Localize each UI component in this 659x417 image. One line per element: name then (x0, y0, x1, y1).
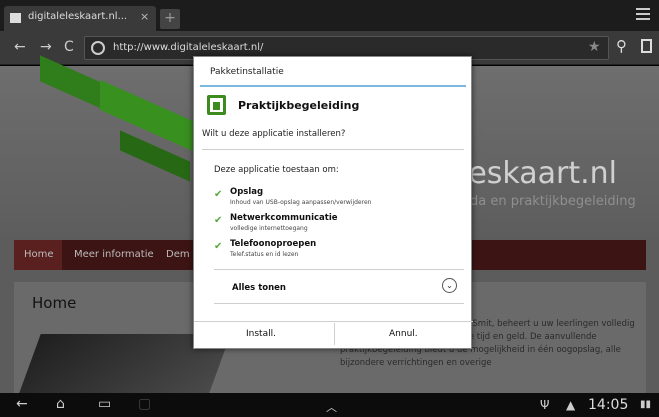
browser-tab-strip: digitaleleskaart.nl... × + (0, 0, 659, 31)
divider (214, 303, 464, 304)
check-icon: ✔ (214, 189, 223, 200)
globe-icon (91, 41, 105, 55)
title-divider (200, 85, 466, 87)
install-question: Wilt u deze applicatie installeren? (202, 129, 346, 139)
check-icon: ✔ (214, 241, 223, 252)
favicon-icon (10, 13, 21, 23)
permission-desc: Telef.status en id lezen (230, 251, 299, 258)
divider (214, 269, 464, 270)
permission-desc: Inhoud van USB-opslag aanpassen/verwijde… (230, 199, 372, 206)
button-bar-divider (194, 321, 473, 322)
app-name: Praktijkbegeleiding (238, 99, 360, 112)
screen: digitaleleskaart.nl... × + ← → C http://… (0, 0, 659, 417)
up-chevron-icon[interactable]: ︿ (326, 399, 337, 415)
warning-icon: ▲ (566, 398, 576, 412)
forward-arrow-icon[interactable]: → (40, 39, 52, 55)
nav-item-demo[interactable]: Dem (166, 249, 190, 260)
browser-tab[interactable]: digitaleleskaart.nl... × (4, 6, 156, 31)
back-arrow-icon[interactable]: ← (14, 39, 26, 55)
url-text[interactable]: http://www.digitaleleskaart.nl/ (113, 42, 263, 53)
content-title: Home (32, 294, 77, 312)
package-install-dialog: Pakketinstallatie Praktijkbegeleiding Wi… (193, 56, 473, 349)
button-divider (334, 323, 335, 345)
chevron-down-icon[interactable]: ⌄ (442, 278, 457, 293)
battery-icon: ▮▮ (640, 399, 652, 410)
permission-title: Opslag (230, 187, 264, 197)
cancel-button[interactable]: Annul. (389, 329, 418, 339)
system-bar: ← ⌂ ▭ ▢ ︿ Ψ ▲ 14:05 ▮▮ (0, 393, 659, 417)
permissions-heading: Deze applicatie toestaan om: (214, 165, 339, 175)
search-icon[interactable]: ⚲ (616, 37, 627, 55)
show-all-button[interactable]: Alles tonen (232, 283, 286, 293)
permission-title: Telefoonoproepen (230, 239, 317, 249)
permission-title: Netwerkcommunicatie (230, 213, 338, 223)
usb-icon: Ψ (540, 398, 550, 412)
site-title: leskaart.nl (460, 156, 618, 191)
permission-desc: volledige internettoegang (230, 225, 308, 232)
install-button[interactable]: Install. (246, 329, 276, 339)
recent-apps-icon[interactable]: ▭ (98, 396, 111, 412)
home-icon[interactable]: ⌂ (56, 396, 65, 412)
star-icon[interactable]: ★ (588, 39, 601, 55)
nav-item-home-label[interactable]: Home (24, 249, 54, 260)
check-icon: ✔ (214, 215, 223, 226)
dialog-title: Pakketinstallatie (210, 67, 284, 77)
new-tab-button[interactable]: + (160, 9, 180, 29)
clock: 14:05 (588, 397, 629, 413)
tab-close-icon[interactable]: × (140, 10, 149, 23)
divider (202, 149, 464, 150)
app-icon (207, 95, 226, 115)
nav-item-meer-informatie[interactable]: Meer informatie (74, 249, 154, 260)
bookmarks-icon[interactable] (641, 39, 652, 53)
back-icon[interactable]: ← (16, 396, 28, 412)
screenshot-icon[interactable]: ▢ (138, 396, 151, 412)
site-subtitle: da en praktijkbegeleiding (470, 194, 636, 209)
menu-icon[interactable] (636, 8, 650, 20)
reload-icon[interactable]: C (64, 39, 74, 55)
tab-title: digitaleleskaart.nl... (28, 11, 128, 22)
